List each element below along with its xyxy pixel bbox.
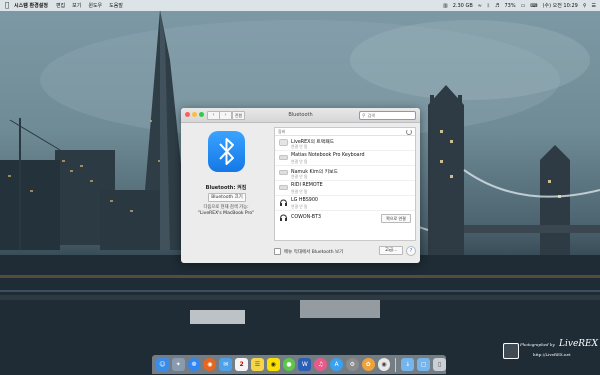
itunes-icon[interactable]: ♫ [314,358,328,371]
battery-percent[interactable]: 73% [504,3,515,9]
device-status: 연결 안 됨 [291,159,308,164]
finder-icon[interactable]: ☺ [156,358,169,371]
calendar-icon[interactable]: 2 [235,358,248,371]
device-list-header: 장비 [275,128,415,136]
downloads-folder-icon[interactable]: ↓ [401,358,415,371]
search-field[interactable]: ⚲ [359,111,416,120]
system-prefs-icon[interactable]: ⚙ [345,358,359,371]
book-logo-icon [503,343,519,359]
device-name: COWON-BT3 [291,215,322,220]
kakaotalk-icon[interactable]: ◉ [266,358,280,371]
device-row[interactable]: RIDI REMOTE 연결 안 됨 [275,181,415,196]
bluetooth-logo-icon [208,131,245,172]
keyboard-icon [279,155,288,160]
battery-icon[interactable]: ▭ [521,3,526,9]
window-titlebar[interactable]: ‹ › 전원 Bluetooth ⚲ [181,108,420,123]
wifi-icon[interactable]: ≈ [478,3,482,9]
menu-app-name[interactable]: 시스템 환경설정 [14,2,48,9]
menu-window[interactable]: 윈도우 [88,2,102,9]
input-source-icon[interactable]: ⌨ [530,3,537,9]
safari-icon[interactable]: ❁ [187,358,201,371]
device-status: 연결 안 됨 [291,174,308,179]
notes-icon[interactable]: ☰ [250,358,264,371]
memory-monitor-icon[interactable]: ▥ [443,3,448,9]
headphones-icon [280,214,287,221]
keyboard-icon [279,170,288,175]
bluetooth-status: Bluetooth: 켜짐 [205,185,247,191]
device-row[interactable]: LG HBS900 연결 안 됨 [275,196,415,211]
bluetooth-toggle-button[interactable]: Bluetooth 끄기 [208,193,246,202]
device-row[interactable]: Namuk Kim의 키보드 연결 안 됨 [275,166,415,181]
watermark-credit: Photographed by [520,342,555,347]
show-in-menu-bar-option[interactable]: 메뉴 막대에서 Bluetooth 보기 [274,248,343,255]
help-button[interactable]: ? [406,246,416,256]
device-row[interactable]: COWON-BT3 짝으로 연결 [275,211,415,225]
device-name: LG HBS900 [291,198,318,203]
keyboard-icon [279,185,288,190]
search-input[interactable] [365,112,412,119]
menu-clock[interactable]: (수) 오전 10:29 [543,2,578,9]
word-icon[interactable]: W [298,358,312,371]
photos-icon[interactable]: ✿ [361,358,375,371]
messages-icon[interactable]: ● [282,358,296,371]
device-status: 연결 안 됨 [291,204,308,209]
device-status: 연결 안 됨 [291,144,308,149]
firefox-icon[interactable]: ◉ [203,358,217,371]
volume-icon[interactable]: ♬ [495,3,499,9]
watermark-url: http://LiveREX.net [533,352,571,357]
bluetooth-menu-icon[interactable]: ᛒ [487,3,490,9]
bluetooth-preferences-window: ‹ › 전원 Bluetooth ⚲ Bluetooth: 켜짐 Bluetoo… [181,108,420,263]
apple-menu-icon[interactable]:  [0,0,14,11]
show-in-menu-bar-checkbox[interactable] [274,248,281,255]
show-in-menu-bar-label[interactable]: 메뉴 막대에서 Bluetooth 보기 [284,249,343,255]
trash-icon[interactable]: ▯ [433,358,446,371]
device-name: RIDI REMOTE [291,183,323,188]
searching-spinner-icon [406,129,412,135]
advanced-button[interactable]: 고급... [379,246,403,255]
menu-bar-status-area: ▥ 2.30 GB ≈ ᛒ ♬ 73% ▭ ⌨ (수) 오전 10:29 ⚲ ☰ [443,0,596,11]
pair-connect-button[interactable]: 짝으로 연결 [381,214,411,223]
menu-help[interactable]: 도움말 [109,2,123,9]
device-name: Matias Notebook Pro Keyboard [291,153,365,158]
mail-icon[interactable]: ✉ [219,358,233,371]
discoverable-label: 다음으로 현재 검색 가능: [203,205,249,210]
menu-bar:  시스템 환경설정 편집 보기 윈도우 도움말 ▥ 2.30 GB ≈ ᛒ ♬… [0,0,600,11]
dock-separator [395,357,397,372]
launchpad-icon[interactable]: ✦ [171,358,185,371]
device-row[interactable]: Matias Notebook Pro Keyboard 연결 안 됨 [275,151,415,166]
documents-folder-icon[interactable]: ▢ [417,358,431,371]
app-store-icon[interactable]: A [330,358,343,371]
menu-edit[interactable]: 편집 [56,2,65,9]
memory-readout[interactable]: 2.30 GB [453,3,473,9]
dock: ☺ ✦ ❁ ◉ ✉ 2 ☰ ◉ ● W ♫ A ⚙ ✿ ◉ ↓ ▢ ▯ [152,355,446,374]
trackpad-icon [279,139,288,146]
device-row[interactable]: LiveREX의 트랙패드 연결 안 됨 [275,136,415,151]
device-list[interactable]: 장비 LiveREX의 트랙패드 연결 안 됨 Matias Notebook … [274,127,416,241]
notification-center-icon[interactable]: ☰ [592,3,596,9]
spotlight-icon[interactable]: ⚲ [583,3,587,9]
menu-view[interactable]: 보기 [72,2,81,9]
headphones-icon [280,199,287,206]
device-list-title: 장비 [278,129,286,134]
chrome-icon[interactable]: ◉ [377,358,391,371]
watermark-name: LiveREX [559,339,599,349]
discoverable-name: "LiveREX's MacBook Pro" [197,211,255,216]
device-status: 연결 안 됨 [291,189,308,194]
